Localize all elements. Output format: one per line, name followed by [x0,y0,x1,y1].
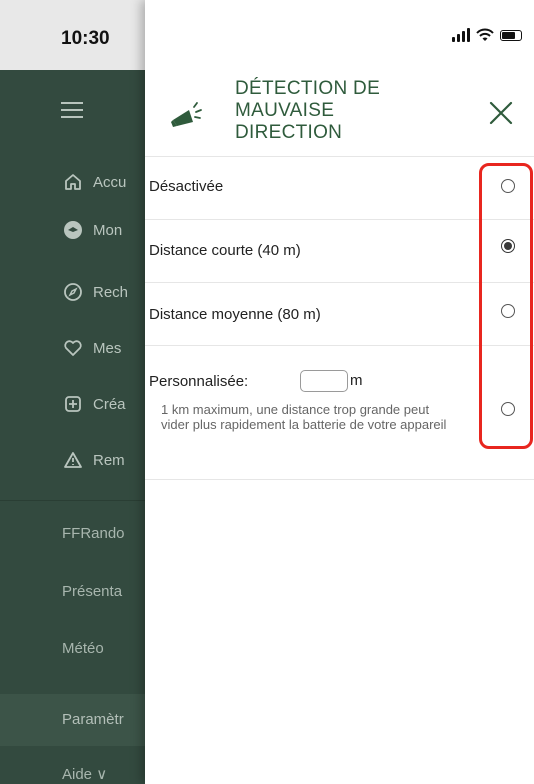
side-menu: 10:30 Accu Mon Rech Mes Créa Rem FFRando… [0,0,145,784]
sidebar-item-label: Créa [93,395,126,413]
hiker-icon [62,219,84,241]
sidebar-item-recherche[interactable]: Rech [62,280,128,304]
sidebar-item-label: Rem [93,451,125,469]
sidebar-link-ffrando[interactable]: FFRando [62,525,125,542]
sidebar-item-mon[interactable]: Mon [62,218,122,242]
option-label: Distance moyenne (80 m) [149,306,321,323]
title-line-1: DÉTECTION DE [235,78,381,99]
custom-hint: 1 km maximum, une distance trop grande p… [161,402,447,432]
sidebar-link-presentation[interactable]: Présenta [62,583,122,600]
option-row-short[interactable]: Distance courte (40 m) [145,219,534,282]
sidebar-item-label: Accu [93,173,127,191]
warning-icon [62,449,84,471]
status-bar-left: 10:30 [0,0,145,70]
custom-distance-input[interactable] [300,370,348,392]
title-line-3: DIRECTION [235,122,343,143]
signal-icon [452,28,470,42]
title-line-2: MAUVAISE [235,100,335,121]
sidebar-divider [0,500,145,501]
sidebar-link-meteo[interactable]: Météo [62,640,104,657]
radio-highlight-box [479,163,533,449]
heart-icon [62,337,84,359]
status-time: 10:30 [61,28,110,49]
option-label: Personnalisée: [149,373,249,390]
megaphone-icon [171,102,202,127]
home-icon [62,171,84,193]
sidebar-item-label: Mes [93,339,122,357]
status-icons [452,28,522,42]
hamburger-icon[interactable] [61,102,83,123]
sidebar-item-accueil[interactable]: Accu [62,170,126,194]
option-row-medium[interactable]: Distance moyenne (80 m) [145,282,534,345]
sidebar-item-label: Rech [93,283,129,301]
sidebar-item-creation[interactable]: Créa [62,392,126,416]
panel-header: DÉTECTION DE MAUVAISE DIRECTION [145,70,534,156]
sidebar-item-remontee[interactable]: Rem [62,448,125,472]
compass-icon [62,281,84,303]
sidebar-link-help[interactable]: Aide ∨ [62,765,107,783]
sidebar-item-label: Mon [93,221,123,239]
page-title: DÉTECTION DE MAUVAISE DIRECTION [235,78,435,144]
sidebar-item-mes[interactable]: Mes [62,336,121,360]
wrong-direction-panel: DÉTECTION DE MAUVAISE DIRECTION Désactiv… [145,0,534,784]
close-button[interactable] [486,98,516,128]
sidebar-link-settings[interactable]: Paramètr [62,711,124,728]
close-icon [489,101,513,125]
battery-icon [500,29,522,41]
plus-square-icon [62,393,84,415]
option-label: Désactivée [149,178,224,195]
wifi-icon [476,28,494,41]
option-label: Distance courte (40 m) [149,242,301,259]
unit-label: m [350,372,363,389]
option-row-custom[interactable]: Personnalisée: m 1 km maximum, une dista… [145,345,534,480]
option-row-disabled[interactable]: Désactivée [145,156,534,219]
